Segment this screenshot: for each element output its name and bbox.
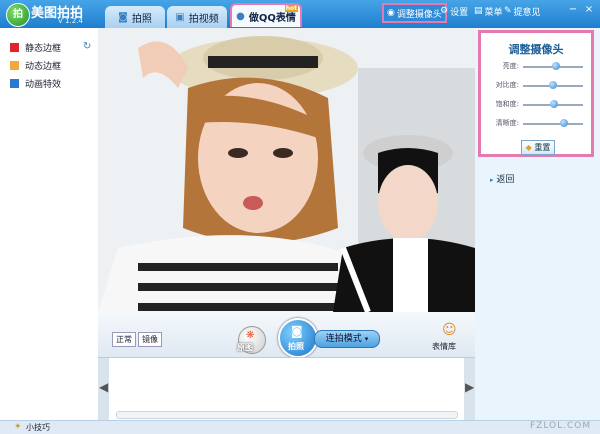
library-label: 表情库 [432, 342, 456, 351]
triangle-right-icon: ▸ [490, 176, 494, 184]
status-bar: ✦ 小技巧 FZLOL.COM [0, 420, 600, 434]
burst-mode-dropdown[interactable]: 连拍模式 ▾ [314, 330, 380, 348]
bulb-icon: ✦ [14, 422, 22, 432]
hot-badge: hot [284, 5, 298, 12]
adjust-camera-panel: 调整摄像头 亮度: 对比度: 饱和度: 清晰度: ◆ 重置 [478, 30, 594, 157]
sidebar-item-static-frame[interactable]: 静态边框 [10, 40, 61, 54]
tab-video-label: 拍视频 [188, 13, 219, 25]
hat-band-left [208, 56, 318, 68]
chevron-down-icon: ▾ [364, 335, 369, 343]
sidebar-item-label: 动画特效 [25, 79, 62, 90]
reset-icon: ◆ [525, 143, 532, 152]
mirror-button[interactable]: 镜像 [138, 332, 162, 347]
brightness-slider[interactable]: 亮度: [485, 61, 587, 73]
qq-penguin-icon: ● [236, 10, 245, 22]
camera-photo [98, 28, 475, 312]
camera-icon: ◙ [118, 11, 128, 23]
slider-knob[interactable] [550, 100, 559, 108]
back-link[interactable]: ▸ 返回 [490, 172, 514, 185]
shoot-button[interactable]: ◙ 拍照 [278, 318, 318, 358]
gear-icon: ⚙ [440, 6, 449, 16]
feedback-button[interactable]: ✎ 提意见 [504, 3, 541, 19]
sharpness-slider[interactable]: 清晰度: [485, 118, 587, 130]
saturation-slider[interactable]: 饱和度: [485, 99, 587, 111]
slider-label: 饱和度: [495, 100, 519, 108]
panel-title: 调整摄像头 [508, 43, 564, 56]
menu-icon: ▤ [474, 6, 483, 16]
scroll-left-icon[interactable]: ◀ [99, 380, 108, 394]
adjust-camera-label: 调整摄像头 [396, 9, 442, 20]
strip-right-bar: ▶ [464, 358, 475, 421]
feedback-icon: ✎ [504, 6, 512, 16]
horizontal-scrollbar[interactable] [116, 411, 458, 419]
animation-icon [10, 78, 19, 88]
sidebar-item-label: 动态边框 [25, 61, 62, 72]
slider-knob[interactable] [549, 81, 557, 89]
expression-library-button[interactable]: ☺ 表情库 [432, 322, 466, 354]
tab-photo[interactable]: ◙ 拍照 [105, 6, 165, 28]
app-logo: 拍 [6, 3, 30, 27]
original-icon: ❋ [246, 330, 255, 341]
sidebar-item-animation[interactable]: 动画特效 [10, 76, 61, 90]
settings-button[interactable]: ⚙ 设置 [440, 3, 468, 19]
strip-left-bar: ◀ [98, 358, 109, 421]
camera-preview [98, 28, 475, 312]
menu-label: 菜单 [484, 7, 503, 18]
app-version: V 1.2.4 [58, 17, 83, 25]
slider-label: 亮度: [502, 62, 519, 70]
normal-button[interactable]: 正常 [112, 332, 136, 347]
sidebar-item-dynamic-frame[interactable]: 动态边框 [10, 58, 61, 72]
refresh-icon[interactable]: ↻ [83, 41, 91, 52]
sidebar-item-label: 静态边框 [25, 43, 62, 54]
slider-label: 对比度: [495, 81, 519, 89]
menu-button[interactable]: ▤ 菜单 [474, 3, 503, 19]
face-right [378, 165, 438, 241]
control-bar: 正常 镜像 ❋ 原图 ◙ 拍照 连拍模式 ▾ ☺ 表情库 [98, 312, 475, 358]
window-controls: − × [566, 3, 596, 17]
slider-track [523, 123, 583, 125]
contrast-slider[interactable]: 对比度: [485, 80, 587, 92]
shirt-left [98, 235, 358, 312]
camera-icon: ◙ [291, 324, 303, 338]
burst-mode-label: 连拍模式 [325, 334, 362, 344]
tips-link[interactable]: 小技巧 [26, 422, 50, 433]
reset-label: 重置 [534, 143, 551, 152]
settings-label: 设置 [450, 7, 469, 18]
original-button[interactable]: ❋ 原图 [237, 326, 266, 354]
slider-knob[interactable] [552, 62, 560, 70]
minimize-icon[interactable]: − [566, 3, 580, 17]
tab-video[interactable]: ▣ 拍视频 [167, 6, 227, 28]
slider-label: 清晰度: [495, 119, 519, 127]
reset-button[interactable]: ◆ 重置 [521, 140, 555, 155]
left-sidebar: 静态边框 动态边框 动画特效 ↻ [0, 28, 98, 420]
static-frame-icon [10, 42, 19, 52]
tab-qq-expression[interactable]: ● 做QQ表情 hot [230, 3, 302, 27]
video-icon: ▣ [175, 11, 185, 23]
feedback-label: 提意见 [513, 7, 541, 18]
adjust-camera-button[interactable]: ◉ 调整摄像头 [382, 3, 447, 23]
watermark-text: FZLOL.COM [530, 421, 592, 431]
close-icon[interactable]: × [582, 3, 596, 17]
title-bar: 拍 美图拍拍 V 1.2.4 ◙ 拍照 ▣ 拍视频 ● 做QQ表情 hot ◉ … [0, 0, 600, 28]
expression-library-icon: ☺ [442, 322, 457, 338]
thumbnail-strip: ◀ ▶ [98, 357, 475, 421]
tab-photo-label: 拍照 [131, 13, 152, 25]
shoot-label: 拍照 [288, 342, 304, 351]
slider-knob[interactable] [559, 119, 568, 127]
back-label: 返回 [496, 175, 515, 185]
dynamic-frame-icon [10, 60, 19, 70]
camera-adjust-icon: ◉ [387, 8, 395, 18]
original-label: 原图 [237, 343, 253, 352]
scroll-right-icon[interactable]: ▶ [465, 380, 474, 394]
